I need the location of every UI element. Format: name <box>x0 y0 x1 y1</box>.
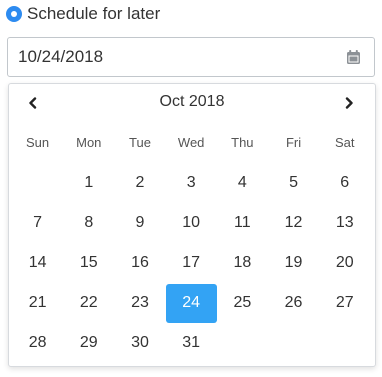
calendar-day-number: 13 <box>335 214 354 231</box>
calendar-day[interactable]: 10 <box>166 203 217 243</box>
weekday-label: Wed <box>177 135 205 150</box>
calendar-day[interactable]: 23 <box>114 283 165 323</box>
calendar-day-number: 11 <box>234 214 251 231</box>
calendar-day-number: 31 <box>182 334 201 351</box>
calendar-day[interactable]: 1 <box>63 163 114 203</box>
calendar-day-number: 27 <box>335 294 354 311</box>
next-month-button[interactable] <box>339 93 359 113</box>
weekday-header: Sun Mon Tue Wed Thu Fri Sat <box>12 135 370 150</box>
calendar-day-grid: 1 2 3 4 5 6 7 8 9 10 11 12 13 14 15 16 17 18 19 20 21 22 23 24 2… <box>12 163 370 363</box>
calendar-day-number: 9 <box>135 214 145 231</box>
calendar-day[interactable]: 15 <box>63 243 114 283</box>
weekday-label: Thu <box>231 135 254 150</box>
calendar-icon[interactable] <box>347 50 360 64</box>
calendar-day-number: 14 <box>28 254 47 271</box>
weekday-label: Mon <box>76 135 102 150</box>
date-input-field[interactable]: 10/24/2018 <box>7 37 375 77</box>
weekday-label: Fri <box>285 135 302 150</box>
calendar-day-number: 4 <box>237 174 247 191</box>
calendar-day-number: 24 <box>165 283 217 323</box>
calendar-day-number: 1 <box>84 174 94 191</box>
calendar-day-number: 23 <box>131 294 149 311</box>
calendar-day[interactable]: 28 <box>12 323 63 363</box>
calendar-day-number: 22 <box>79 294 98 311</box>
calendar-day-number: 21 <box>28 294 47 311</box>
calendar-day[interactable]: 18 <box>217 243 268 283</box>
weekday-label: Tue <box>129 135 151 150</box>
calendar-day[interactable]: 11 <box>217 203 268 243</box>
calendar-day[interactable]: 13 <box>319 203 370 243</box>
calendar-day[interactable]: 22 <box>63 283 114 323</box>
calendar-day-number: 29 <box>79 334 98 351</box>
calendar-day[interactable]: 29 <box>63 323 114 363</box>
calendar-day-number: 28 <box>28 334 47 351</box>
calendar-empty-cell <box>12 163 63 203</box>
calendar-day-number: 7 <box>33 214 43 231</box>
calendar-day[interactable]: 4 <box>217 163 268 203</box>
calendar-day-number: 8 <box>84 214 94 231</box>
schedule-later-label: Schedule for later <box>27 4 161 23</box>
calendar-day[interactable]: 30 <box>114 323 165 363</box>
weekday-label: Sun <box>26 135 50 150</box>
calendar-day[interactable]: 2 <box>114 163 165 203</box>
calendar-day-number: 2 <box>135 174 145 191</box>
calendar-day[interactable]: 26 <box>268 283 319 323</box>
calendar-day[interactable]: 31 <box>166 323 217 363</box>
calendar-day-number: 3 <box>186 174 196 191</box>
calendar-day-number: 6 <box>340 174 350 191</box>
calendar-month-title: Oct 2018 <box>159 93 225 110</box>
calendar-day-number: 17 <box>182 254 201 271</box>
calendar-day[interactable]: 6 <box>319 163 370 203</box>
schedule-later-radio[interactable] <box>6 6 22 22</box>
calendar-day-number: 25 <box>233 294 252 311</box>
calendar-day[interactable]: 17 <box>166 243 217 283</box>
calendar-day[interactable]: 9 <box>114 203 165 243</box>
calendar-day[interactable]: 25 <box>217 283 268 323</box>
calendar-day[interactable]: 16 <box>114 243 165 283</box>
calendar-day[interactable]: 3 <box>166 163 217 203</box>
calendar-day-selected[interactable]: 24 <box>165 283 217 323</box>
calendar-day[interactable]: 20 <box>319 243 370 283</box>
calendar-day-number: 12 <box>284 214 303 231</box>
schedule-later-option[interactable]: Schedule for later <box>6 3 160 25</box>
calendar-day-number: 10 <box>182 214 201 231</box>
calendar-day[interactable]: 5 <box>268 163 319 203</box>
calendar-day-number: 30 <box>131 334 149 351</box>
calendar-day-number: 26 <box>284 294 303 311</box>
calendar-day-number: 15 <box>79 254 98 271</box>
calendar-day-number: 5 <box>289 174 298 191</box>
calendar-day[interactable]: 7 <box>12 203 63 243</box>
calendar-day[interactable]: 19 <box>268 243 319 283</box>
calendar-day-number: 19 <box>284 254 303 271</box>
radio-selected-dot <box>11 11 17 17</box>
date-input-value: 10/24/2018 <box>18 47 104 66</box>
calendar-popup: Oct 2018 Sun Mon Tue Wed Thu Fri Sat 123… <box>8 83 376 367</box>
calendar-day[interactable]: 8 <box>63 203 114 243</box>
weekday-label: Sat <box>334 135 355 150</box>
calendar-day[interactable]: 21 <box>12 283 63 323</box>
calendar-day[interactable]: 12 <box>268 203 319 243</box>
calendar-day-number: 20 <box>335 254 354 271</box>
chevron-right-icon <box>345 97 353 109</box>
calendar-day[interactable]: 27 <box>319 283 370 323</box>
schedule-picker: Schedule for later 10/24/2018 Oct 2018 S… <box>0 0 382 377</box>
calendar-day-number: 16 <box>131 254 149 271</box>
calendar-day[interactable]: 14 <box>12 243 63 283</box>
calendar-day-number: 18 <box>233 254 252 271</box>
